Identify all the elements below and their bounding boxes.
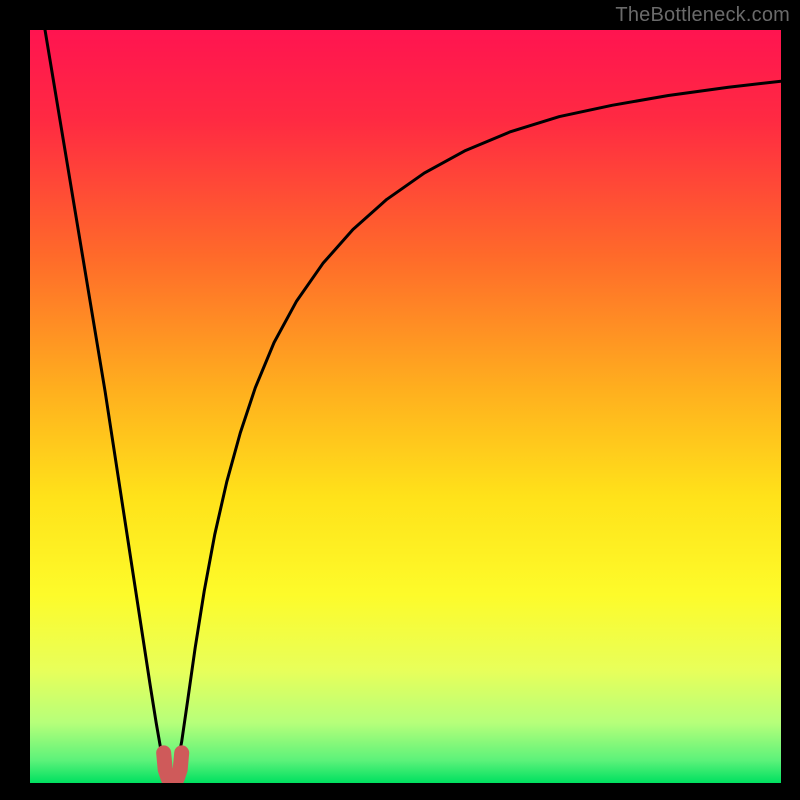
plot-area: [30, 30, 781, 783]
gradient-background: [30, 30, 781, 783]
chart-svg: [30, 30, 781, 783]
watermark-text: TheBottleneck.com: [615, 4, 790, 27]
chart-frame: TheBottleneck.com: [0, 0, 800, 800]
